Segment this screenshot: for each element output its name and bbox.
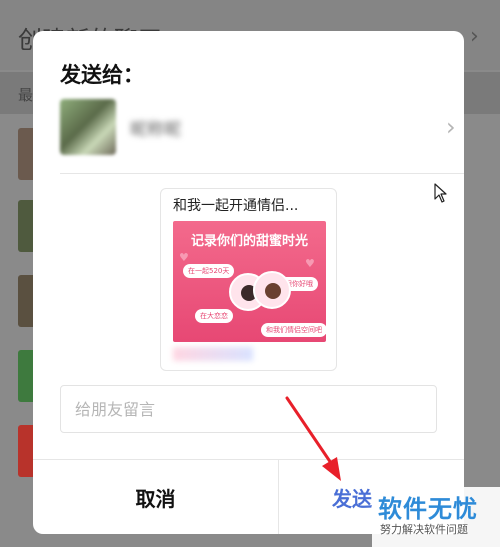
message-field[interactable]	[60, 385, 437, 433]
cancel-button[interactable]: 取消	[33, 460, 278, 534]
background-section-label: 最	[18, 86, 34, 104]
share-dialog: 发送给： 昵称昵 › 和我一起开通情侣... 记录你们的甜蜜时光 ♥ ♥ ♥ 在…	[33, 31, 464, 534]
heart-icon: ♥	[179, 251, 189, 264]
watermark-subtitle: 努力解决软件问题	[380, 523, 468, 536]
card-badge-days: 在一起520天	[183, 264, 235, 278]
couple-avatar-right	[253, 271, 291, 309]
card-image-headline: 记录你们的甜蜜时光	[190, 234, 308, 249]
card-badge-bottom-left: 在大恋恋	[195, 309, 233, 323]
background-chevron-icon: ›	[470, 24, 479, 49]
dialog-title: 发送给：	[60, 63, 144, 87]
recipient-avatar	[60, 99, 116, 155]
recipient-row[interactable]: 昵称昵 ›	[60, 99, 464, 169]
card-image: 记录你们的甜蜜时光 ♥ ♥ ♥ 在一起520天 要跟你好哦 在大恋恋 和我们情侣…	[173, 221, 326, 342]
heart-icon: ♥	[305, 257, 315, 270]
shared-card: 和我一起开通情侣... 记录你们的甜蜜时光 ♥ ♥ ♥ 在一起520天 要跟你好…	[160, 188, 337, 371]
card-title: 和我一起开通情侣...	[173, 198, 299, 214]
chevron-right-icon[interactable]: ›	[446, 113, 456, 141]
message-input[interactable]	[61, 386, 436, 432]
card-footer-blurred	[173, 347, 253, 361]
mouse-cursor-icon	[434, 183, 447, 203]
card-badge-bottom-right: 和我们情侣空间吧	[261, 323, 326, 337]
divider	[60, 173, 464, 174]
watermark: 软件无忧 努力解决软件问题	[372, 487, 500, 547]
watermark-title: 软件无忧	[378, 495, 478, 523]
recipient-name: 昵称昵	[130, 120, 181, 140]
